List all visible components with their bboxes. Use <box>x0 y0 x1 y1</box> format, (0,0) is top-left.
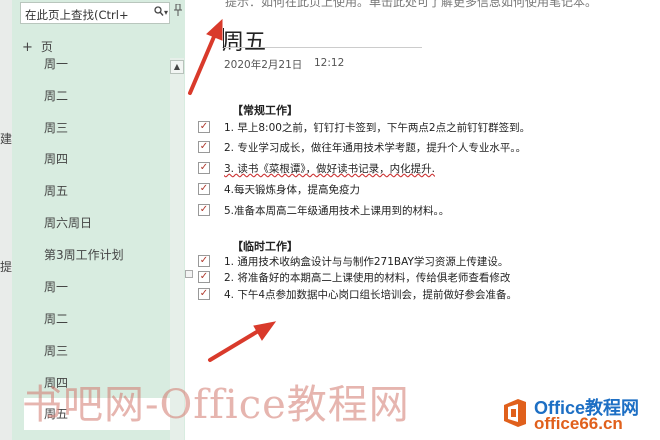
arrow-icon <box>208 321 277 362</box>
watermark-text: 书吧网-Office教程网 <box>22 382 410 428</box>
arrow-icon <box>188 18 223 95</box>
brand-logo: Office教程网 office66.cn <box>498 392 656 436</box>
brand-url: office66.cn <box>534 414 623 433</box>
office-logo-icon <box>504 399 526 427</box>
